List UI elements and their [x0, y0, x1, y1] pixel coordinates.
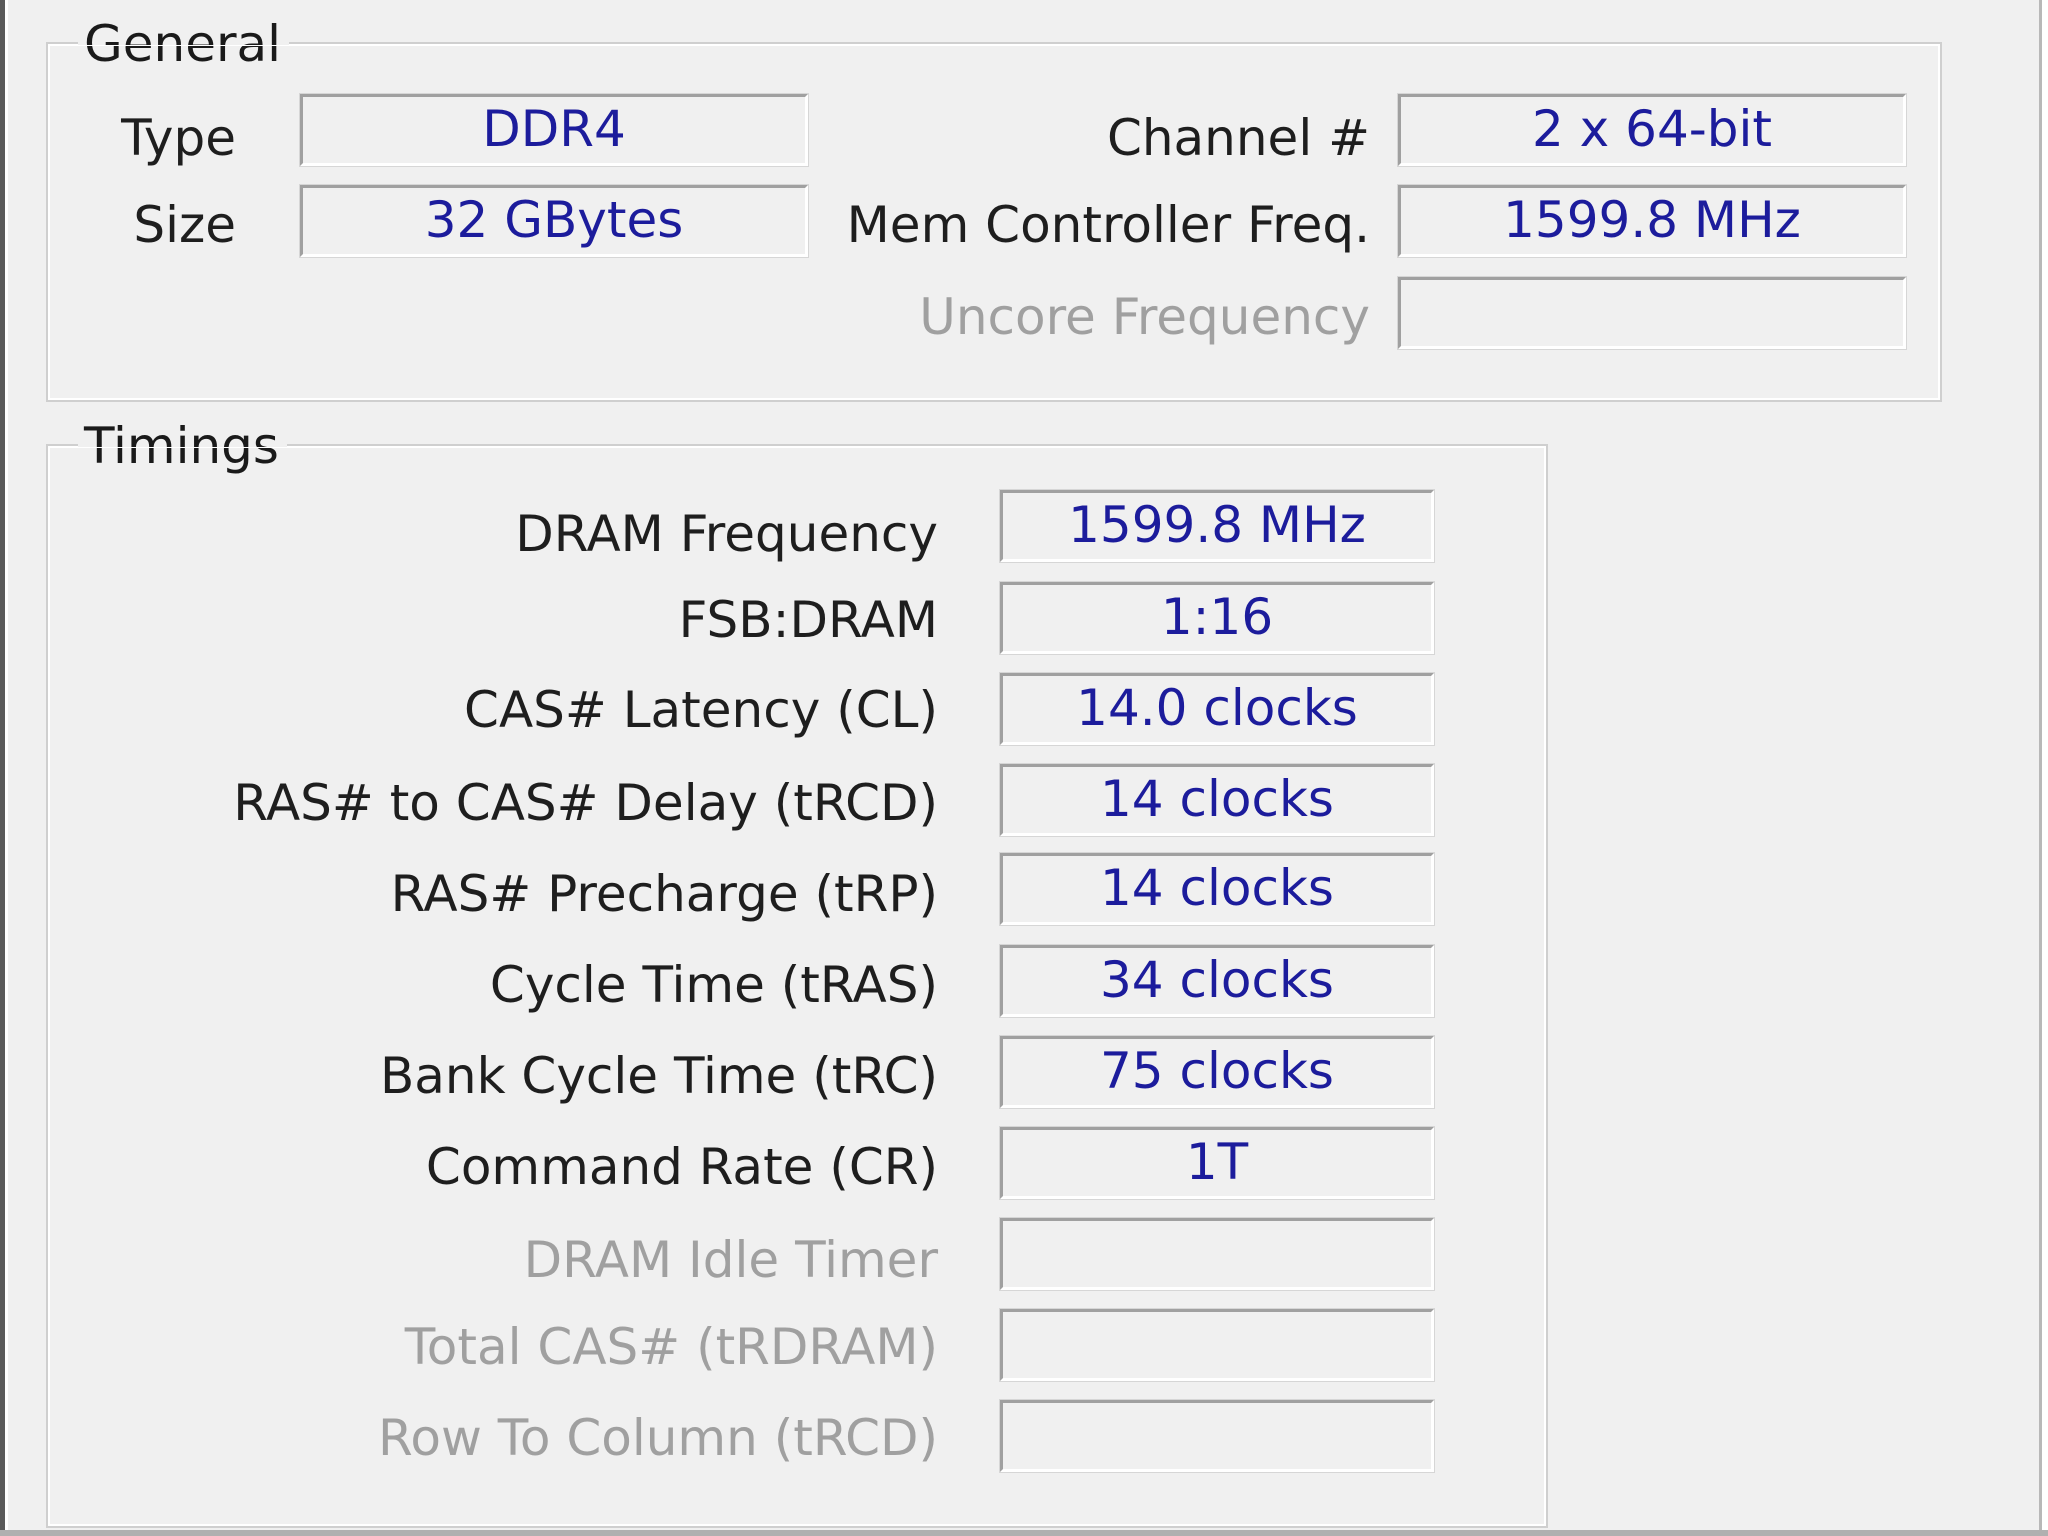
- timing-label-bank-cycle-time: Bank Cycle Time (tRC): [379, 1047, 938, 1105]
- general-title: General: [78, 16, 290, 72]
- timing-value-dram-frequency: 1599.8 MHz: [1000, 490, 1434, 562]
- timing-value-row-to-column: [1000, 1400, 1434, 1472]
- size-field: 32 GBytes: [300, 185, 808, 257]
- timings-title: Timings: [78, 418, 287, 474]
- uncore-frequency-field: [1398, 277, 1906, 349]
- timing-value-fsb-dram: 1:16: [1000, 582, 1434, 654]
- mem-controller-freq-field: 1599.8 MHz: [1398, 185, 1906, 257]
- timing-value-bank-cycle-time: 75 clocks: [1000, 1036, 1434, 1108]
- timing-value-command-rate: 1T: [1000, 1127, 1434, 1199]
- type-field: DDR4: [300, 94, 808, 166]
- timing-value-cycle-time: 34 clocks: [1000, 945, 1434, 1017]
- timing-value-dram-idle-timer: [1000, 1218, 1434, 1290]
- timing-value-ras-to-cas-delay: 14 clocks: [1000, 764, 1434, 836]
- timing-label-ras-precharge: RAS# Precharge (tRP): [390, 865, 938, 923]
- uncore-frequency-label: Uncore Frequency: [919, 288, 1370, 346]
- timing-label-fsb-dram: FSB:DRAM: [678, 591, 938, 649]
- timing-label-row-to-column: Row To Column (tRCD): [377, 1409, 938, 1467]
- timing-value-ras-precharge: 14 clocks: [1000, 853, 1434, 925]
- timing-label-dram-frequency: DRAM Frequency: [515, 505, 938, 563]
- timing-label-command-rate: Command Rate (CR): [425, 1138, 938, 1196]
- timing-label-total-cas: Total CAS# (tRDRAM): [404, 1318, 938, 1376]
- channel-field: 2 x 64-bit: [1398, 94, 1906, 166]
- timing-label-ras-to-cas-delay: RAS# to CAS# Delay (tRCD): [233, 774, 938, 832]
- timing-value-cas-latency: 14.0 clocks: [1000, 673, 1434, 745]
- timing-label-dram-idle-timer: DRAM Idle Timer: [523, 1231, 938, 1289]
- mem-controller-freq-label: Mem Controller Freq.: [846, 196, 1370, 254]
- timing-label-cycle-time: Cycle Time (tRAS): [489, 956, 938, 1014]
- type-label: Type: [121, 109, 236, 167]
- timing-label-cas-latency: CAS# Latency (CL): [464, 681, 938, 739]
- size-label: Size: [133, 196, 236, 254]
- window-border-bottom: [0, 1530, 2048, 1536]
- window-border-right: [2039, 0, 2048, 1536]
- timing-value-total-cas: [1000, 1309, 1434, 1381]
- channel-label: Channel #: [1106, 109, 1370, 167]
- window-border-left: [0, 0, 8, 1536]
